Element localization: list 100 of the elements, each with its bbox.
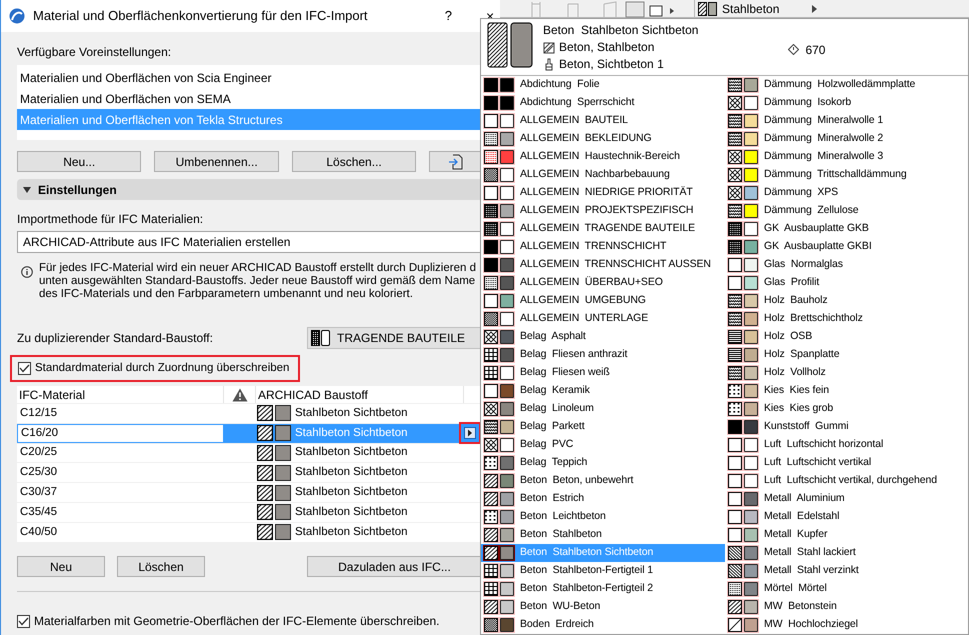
material-item[interactable]: Metall Stahl lackiert: [725, 544, 968, 562]
material-item[interactable]: Belag PVC: [481, 436, 725, 454]
material-item[interactable]: Dämmung Mineralwolle 3: [725, 148, 968, 166]
table-button[interactable]: Neu: [17, 556, 105, 577]
material-item[interactable]: Beton Estrich: [481, 490, 725, 508]
material-item[interactable]: Holz Bauholz: [725, 292, 968, 310]
preset-button[interactable]: Löschen...: [292, 151, 416, 172]
material-item[interactable]: MW Hochlochziegel: [725, 616, 968, 634]
material-item[interactable]: Metall Stahl verzinkt: [725, 562, 968, 580]
material-item[interactable]: Belag Fliesen anthrazit: [481, 346, 725, 364]
material-item[interactable]: ALLGEMEIN Haustechnik-Bereich: [481, 148, 725, 166]
table-row[interactable]: C30/37 Stahlbeton Sichtbeton: [17, 483, 481, 503]
table-row[interactable]: C25/30 Stahlbeton Sichtbeton: [17, 463, 481, 484]
material-label: Belag Fliesen weiß: [520, 365, 610, 380]
preset-button[interactable]: Umbenennen...: [154, 151, 279, 172]
material-item[interactable]: Beton Stahlbeton-Fertigteil 1: [481, 562, 725, 580]
column-header[interactable]: IFC-Material: [17, 386, 224, 403]
material-item[interactable]: Beton Leichtbeton: [481, 508, 725, 526]
table-row[interactable]: C16/20 Stahlbeton Sichtbeton: [17, 424, 481, 444]
override-checkbox-label[interactable]: Standardmaterial durch Zuordnung überschreiben: [35, 360, 290, 378]
default-material-dropdown[interactable]: TRAGENDE BAUTEILE: [307, 327, 481, 349]
material-item[interactable]: Kunststoff Gummi: [725, 418, 968, 436]
material-item[interactable]: Beton Stahlbeton: [481, 526, 725, 544]
material-item[interactable]: GK Ausbauplatte GKBI: [725, 238, 968, 256]
table-row[interactable]: C20/25 Stahlbeton Sichtbeton: [17, 444, 481, 464]
material-item[interactable]: Belag Teppich: [481, 454, 725, 472]
material-item[interactable]: Holz Vollholz: [725, 364, 968, 382]
material-item[interactable]: Abdichtung Sperrschicht: [481, 94, 725, 112]
picker-button[interactable]: [459, 422, 481, 444]
fill-pattern-icon: [484, 564, 498, 578]
material-item[interactable]: Metall Aluminium: [725, 490, 968, 508]
import-method-dropdown[interactable]: ARCHICAD-Attribute aus IFC Materialien erstellen: [17, 231, 481, 253]
material-item[interactable]: ALLGEMEIN Nachbarbebauung: [481, 166, 725, 184]
fill-pattern-icon: [484, 204, 498, 218]
preset-item[interactable]: Materialien und Oberflächen von SEMA: [17, 88, 481, 109]
material-item[interactable]: Dämmung XPS: [725, 184, 968, 202]
material-label: MW Betonstein: [764, 599, 837, 614]
material-item[interactable]: Belag Linoleum: [481, 400, 725, 418]
material-item[interactable]: Dämmung Isokorb: [725, 94, 968, 112]
footer-checkbox-label[interactable]: Materialfarben mit Geometrie-Oberflächen der IFC-Elemente überschreiben.: [34, 612, 440, 630]
fill-pattern-icon: [257, 484, 273, 501]
material-item[interactable]: ALLGEMEIN NIEDRIGE PRIORITÄT: [481, 184, 725, 202]
material-item[interactable]: Dämmung Zellulose: [725, 202, 968, 220]
checkbox[interactable]: [17, 614, 30, 628]
material-item[interactable]: Belag Asphalt: [481, 328, 725, 346]
material-item[interactable]: Holz Brettschichtholz: [725, 310, 968, 328]
material-item[interactable]: Glas Normalglas: [725, 256, 968, 274]
settings-header[interactable]: Einstellungen: [17, 179, 481, 200]
material-item[interactable]: Beton Beton, unbewehrt: [481, 472, 725, 490]
material-item[interactable]: Beton WU-Beton: [481, 598, 725, 616]
material-item[interactable]: Dämmung Trittschalldämmung: [725, 166, 968, 184]
material-item[interactable]: Glas Profilit: [725, 274, 968, 292]
material-item[interactable]: Holz Spanplatte: [725, 346, 968, 364]
material-item[interactable]: Luft Luftschicht vertikal: [725, 454, 968, 472]
table-cell[interactable]: C16/20: [17, 424, 224, 443]
table-cell-text: Stahlbeton Sichtbeton: [295, 445, 409, 460]
material-item[interactable]: Mörtel Mörtel: [725, 580, 968, 598]
checkbox[interactable]: [18, 362, 31, 375]
material-item[interactable]: Belag Fliesen weiß: [481, 364, 725, 382]
material-item[interactable]: Kies Kies grob: [725, 400, 968, 418]
material-item[interactable]: Dämmung Mineralwolle 1: [725, 112, 968, 130]
material-label: Belag Asphalt: [520, 329, 586, 344]
help-button[interactable]: ?: [444, 6, 452, 26]
preset-item[interactable]: Materialien und Oberflächen von Scia Engineer: [17, 67, 481, 88]
material-item[interactable]: Boden Erdreich: [481, 616, 725, 634]
material-item[interactable]: Belag Keramik: [481, 382, 725, 400]
material-label: Metall Edelstahl: [764, 509, 840, 524]
table-row[interactable]: C35/45 Stahlbeton Sichtbeton: [17, 502, 481, 523]
material-item[interactable]: Luft Luftschicht vertikal, durchgehend: [725, 472, 968, 490]
material-item[interactable]: ALLGEMEIN TRENNSCHICHT: [481, 238, 725, 256]
material-item[interactable]: Beton Stahlbeton-Fertigteil 2: [481, 580, 725, 598]
material-item[interactable]: ALLGEMEIN UNTERLAGE: [481, 310, 725, 328]
table-button[interactable]: Dazuladen aus IFC...: [307, 556, 481, 577]
material-item[interactable]: ALLGEMEIN TRAGENDE BAUTEILE: [481, 220, 725, 238]
material-item[interactable]: Abdichtung Folie: [481, 76, 725, 94]
color-swatch: [275, 425, 291, 442]
table-row[interactable]: C40/50 Stahlbeton Sichtbeton: [17, 522, 481, 543]
material-item[interactable]: Belag Parkett: [481, 418, 725, 436]
material-item[interactable]: ALLGEMEIN UMGEBUNG: [481, 292, 725, 310]
material-item[interactable]: ALLGEMEIN BAUTEIL: [481, 112, 725, 130]
material-item[interactable]: Kies Kies fein: [725, 382, 968, 400]
table-button[interactable]: Löschen: [117, 556, 205, 577]
material-item[interactable]: ALLGEMEIN PROJEKTSPEZIFISCH: [481, 202, 725, 220]
material-item[interactable]: Metall Kupfer: [725, 526, 968, 544]
material-item[interactable]: ALLGEMEIN ÜBERBAU+SEO: [481, 274, 725, 292]
material-item[interactable]: Metall Edelstahl: [725, 508, 968, 526]
material-item[interactable]: Dämmung Mineralwolle 2: [725, 130, 968, 148]
material-item[interactable]: GK Ausbauplatte GKB: [725, 220, 968, 238]
column-header[interactable]: ARCHICAD Baustoff: [256, 386, 464, 403]
material-item[interactable]: ALLGEMEIN BEKLEIDUNG: [481, 130, 725, 148]
material-item[interactable]: MW Betonstein: [725, 598, 968, 616]
material-item[interactable]: ALLGEMEIN TRENNSCHICHT AUSSEN: [481, 256, 725, 274]
fill-pattern-icon: [728, 546, 742, 560]
import-button[interactable]: [429, 151, 482, 172]
material-item[interactable]: Holz OSB: [725, 328, 968, 346]
table-cell-text: C30/37: [19, 484, 58, 500]
material-item[interactable]: Luft Luftschicht horizontal: [725, 436, 968, 454]
material-item[interactable]: Dämmung Holzwolledämmplatte: [725, 76, 968, 94]
preset-button[interactable]: Neu...: [17, 151, 142, 172]
fill-pattern-icon: [484, 294, 498, 308]
